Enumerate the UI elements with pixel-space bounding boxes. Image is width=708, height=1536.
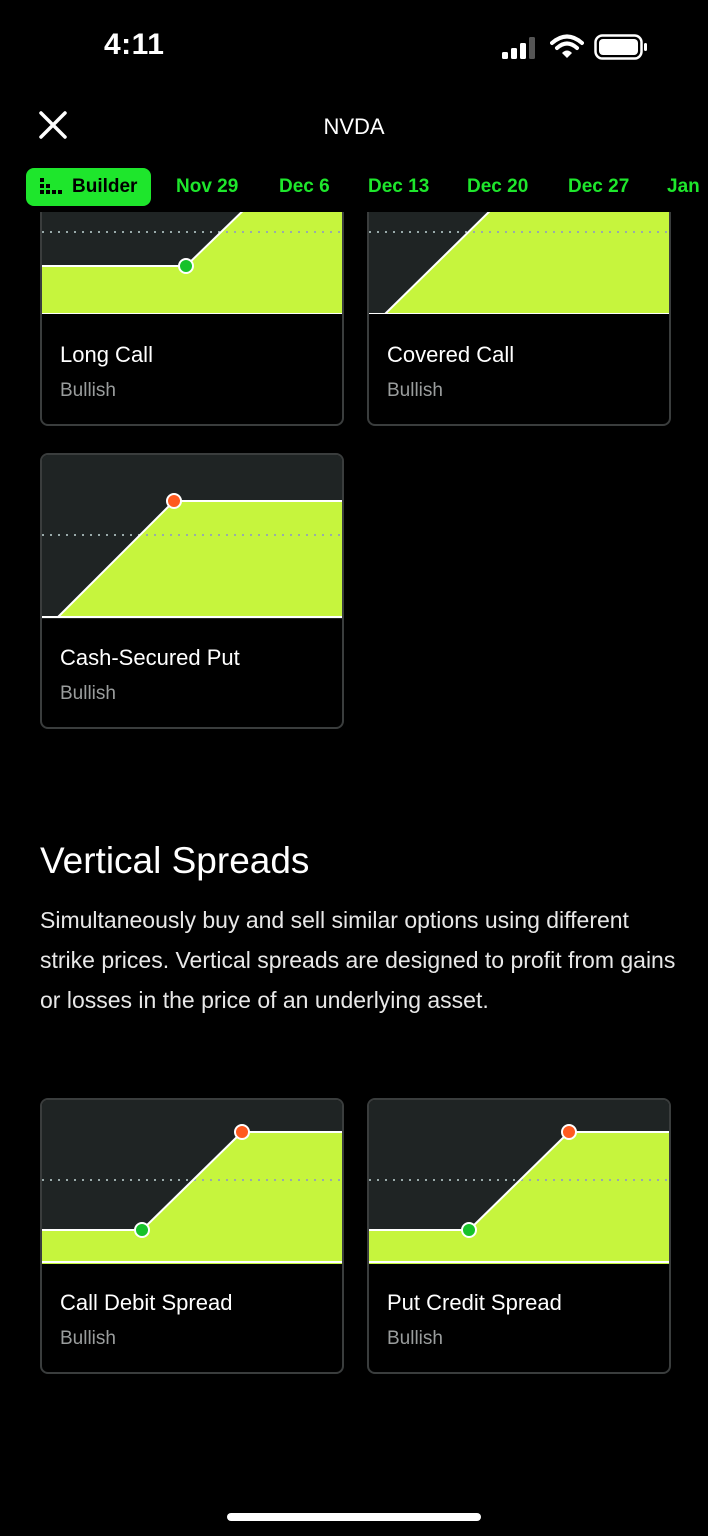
strategy-sentiment: Bullish [387, 1328, 443, 1349]
payoff-diagram [42, 455, 342, 619]
strategy-sentiment: Bullish [60, 380, 116, 401]
strategy-sentiment: Bullish [387, 380, 443, 401]
builder-icon [40, 178, 62, 194]
strategy-name: Covered Call [387, 342, 515, 367]
home-indicator[interactable] [227, 1513, 481, 1521]
sell-marker [166, 493, 182, 509]
status-bar: 4:11 [0, 0, 708, 96]
buy-marker [134, 1222, 150, 1238]
sell-marker [561, 1124, 577, 1140]
strategy-name: Cash-Secured Put [60, 645, 240, 670]
tab-dec-13[interactable]: Dec 13 [368, 168, 429, 206]
tab-dec-27[interactable]: Dec 27 [568, 168, 629, 206]
battery-icon [594, 34, 647, 60]
payoff-diagram [42, 1100, 342, 1264]
wifi-icon [550, 34, 584, 58]
cellular-signal-icon [502, 37, 535, 59]
payoff-diagram [369, 212, 669, 314]
strategy-card-cash-secured-put[interactable]: Cash-Secured Put Bullish [40, 453, 344, 729]
strategy-card-covered-call[interactable]: Covered Call Bullish [367, 212, 671, 426]
tab-nov-29[interactable]: Nov 29 [176, 168, 238, 206]
tab-dec-6[interactable]: Dec 6 [279, 168, 330, 206]
strategy-name: Put Credit Spread [387, 1290, 562, 1315]
status-time: 4:11 [104, 28, 165, 61]
strategy-card-call-debit-spread[interactable]: Call Debit Spread Bullish [40, 1098, 344, 1374]
buy-marker [178, 258, 194, 274]
page-title: NVDA [323, 114, 385, 139]
strategy-list[interactable]: Long Call Bullish Covered Call Bullish C… [0, 212, 708, 1536]
strategy-sentiment: Bullish [60, 683, 116, 704]
payoff-diagram [42, 212, 342, 314]
date-tabs: Builder Nov 29 Dec 6 Dec 13 Dec 20 Dec 2… [0, 168, 708, 208]
strategy-name: Call Debit Spread [60, 1290, 233, 1315]
buy-marker [461, 1222, 477, 1238]
tab-label: Builder [72, 176, 138, 197]
strategy-card-put-credit-spread[interactable]: Put Credit Spread Bullish [367, 1098, 671, 1374]
section-title: Vertical Spreads [40, 840, 310, 881]
strategy-sentiment: Bullish [60, 1328, 116, 1349]
strategy-card-long-call[interactable]: Long Call Bullish [40, 212, 344, 426]
payoff-diagram [369, 1100, 669, 1264]
tab-dec-20[interactable]: Dec 20 [467, 168, 528, 206]
tab-jan[interactable]: Jan [667, 168, 700, 206]
sell-marker [234, 1124, 250, 1140]
section-description: Simultaneously buy and sell similar opti… [40, 907, 676, 1013]
tab-builder[interactable]: Builder [26, 168, 152, 206]
strategy-name: Long Call [60, 342, 153, 367]
